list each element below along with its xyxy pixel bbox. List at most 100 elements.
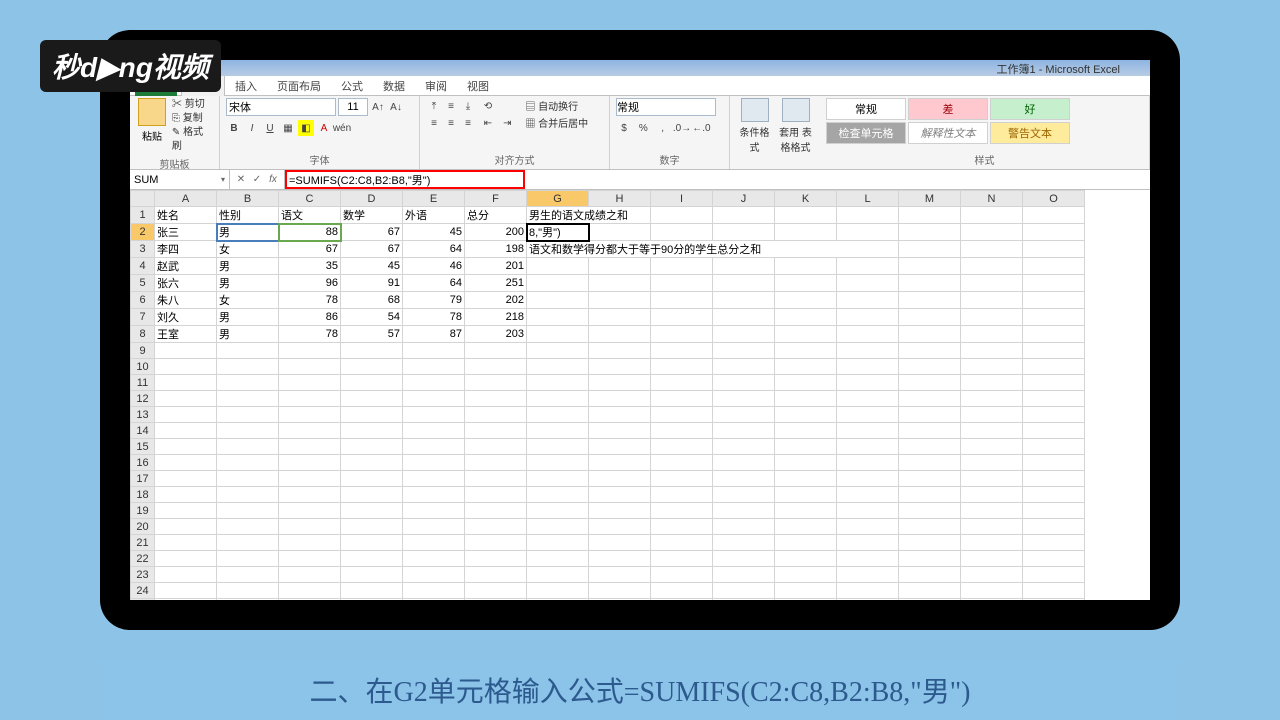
wrap-text-button[interactable]: ▤ 自动换行 (525, 98, 588, 113)
cell-b3[interactable]: 女 (217, 241, 279, 258)
cell-c7[interactable]: 86 (279, 309, 341, 326)
cell-b8[interactable]: 男 (217, 326, 279, 343)
tab-formula[interactable]: 公式 (331, 76, 373, 96)
cell-d1[interactable]: 数学 (341, 207, 403, 224)
name-box[interactable]: SUM (130, 170, 230, 189)
row-header-3[interactable]: 3 (131, 241, 155, 258)
col-header-H[interactable]: H (589, 191, 651, 207)
style-warn[interactable]: 警告文本 (990, 122, 1070, 144)
paste-button[interactable]: 粘贴 (136, 98, 168, 143)
align-bottom[interactable]: ⤓ (460, 98, 476, 114)
cell-c8[interactable]: 78 (279, 326, 341, 343)
row-header-13[interactable]: 13 (131, 407, 155, 423)
col-header-A[interactable]: A (155, 191, 217, 207)
cell-b7[interactable]: 男 (217, 309, 279, 326)
conditional-format-button[interactable]: 条件格式 (736, 98, 773, 154)
cell-b2[interactable]: 男 (217, 224, 279, 241)
row-header-21[interactable]: 21 (131, 535, 155, 551)
cell-e2[interactable]: 45 (403, 224, 465, 241)
style-normal[interactable]: 常规 (826, 98, 906, 120)
cell-f8[interactable]: 203 (465, 326, 527, 343)
row-header-10[interactable]: 10 (131, 359, 155, 375)
row-header-12[interactable]: 12 (131, 391, 155, 407)
painter-button[interactable]: ✎ 格式刷 (172, 126, 213, 154)
indent-inc[interactable]: ⇥ (499, 115, 515, 131)
cell-c1[interactable]: 语文 (279, 207, 341, 224)
col-header-B[interactable]: B (217, 191, 279, 207)
row-header-20[interactable]: 20 (131, 519, 155, 535)
cut-button[interactable]: ✂ 剪切 (172, 98, 213, 112)
col-header-G[interactable]: G (527, 191, 589, 207)
col-header-L[interactable]: L (837, 191, 899, 207)
col-header-O[interactable]: O (1023, 191, 1085, 207)
cell-b4[interactable]: 男 (217, 258, 279, 275)
cell-c2[interactable]: 88 (279, 224, 341, 241)
col-header-N[interactable]: N (961, 191, 1023, 207)
cell-f5[interactable]: 251 (465, 275, 527, 292)
style-good[interactable]: 好 (990, 98, 1070, 120)
dec-decimal[interactable]: ←.0 (693, 121, 709, 137)
align-left[interactable]: ≡ (426, 115, 442, 131)
font-size-select[interactable] (338, 98, 368, 116)
cell-f7[interactable]: 218 (465, 309, 527, 326)
cell-d8[interactable]: 57 (341, 326, 403, 343)
cell-e1[interactable]: 外语 (403, 207, 465, 224)
table-format-button[interactable]: 套用 表格格式 (777, 98, 814, 154)
percent-button[interactable]: % (635, 121, 651, 137)
row-header-11[interactable]: 11 (131, 375, 155, 391)
cell-b1[interactable]: 性别 (217, 207, 279, 224)
style-bad[interactable]: 差 (908, 98, 988, 120)
row-header-16[interactable]: 16 (131, 455, 155, 471)
col-header-F[interactable]: F (465, 191, 527, 207)
row-header-7[interactable]: 7 (131, 309, 155, 326)
italic-button[interactable]: I (244, 120, 260, 136)
row-header-8[interactable]: 8 (131, 326, 155, 343)
indent-dec[interactable]: ⇤ (480, 115, 496, 131)
cell-f3[interactable]: 198 (465, 241, 527, 258)
col-header-E[interactable]: E (403, 191, 465, 207)
cell-d7[interactable]: 54 (341, 309, 403, 326)
select-all-corner[interactable] (131, 191, 155, 207)
cell-g3[interactable]: 语文和数学得分都大于等于90分的学生总分之和 (527, 241, 899, 258)
cell-f4[interactable]: 201 (465, 258, 527, 275)
cell-a4[interactable]: 赵武 (155, 258, 217, 275)
align-middle[interactable]: ≡ (443, 98, 459, 114)
row-header-17[interactable]: 17 (131, 471, 155, 487)
number-format-select[interactable] (616, 98, 716, 116)
cell-b6[interactable]: 女 (217, 292, 279, 309)
underline-button[interactable]: U (262, 120, 278, 136)
align-center[interactable]: ≡ (443, 115, 459, 131)
tab-view[interactable]: 视图 (457, 76, 499, 96)
row-header-2[interactable]: 2 (131, 224, 155, 241)
phonetic-button[interactable]: wén (334, 120, 350, 136)
col-header-K[interactable]: K (775, 191, 837, 207)
cell-e3[interactable]: 64 (403, 241, 465, 258)
col-header-I[interactable]: I (651, 191, 713, 207)
row-header-14[interactable]: 14 (131, 423, 155, 439)
style-check[interactable]: 检查单元格 (826, 122, 906, 144)
cell-e6[interactable]: 79 (403, 292, 465, 309)
align-top[interactable]: ⤒ (426, 98, 442, 114)
fx-button[interactable]: fx (266, 174, 280, 185)
cell-a1[interactable]: 姓名 (155, 207, 217, 224)
row-header-23[interactable]: 23 (131, 567, 155, 583)
enter-formula-button[interactable]: ✓ (250, 174, 264, 185)
cell-f1[interactable]: 总分 (465, 207, 527, 224)
cell-d2[interactable]: 67 (341, 224, 403, 241)
orientation-button[interactable]: ⟲ (480, 99, 496, 115)
currency-button[interactable]: $ (616, 121, 632, 137)
row-header-18[interactable]: 18 (131, 487, 155, 503)
row-header-25[interactable]: 25 (131, 599, 155, 601)
cell-f2[interactable]: 200 (465, 224, 527, 241)
align-right[interactable]: ≡ (460, 115, 476, 131)
cell-e5[interactable]: 64 (403, 275, 465, 292)
shrink-font-button[interactable]: A↓ (388, 99, 404, 115)
cell-e4[interactable]: 46 (403, 258, 465, 275)
cell-d4[interactable]: 45 (341, 258, 403, 275)
cell-b5[interactable]: 男 (217, 275, 279, 292)
formula-input[interactable]: =SUMIFS(C2:C8,B2:B8,"男") (285, 170, 1150, 189)
cell-d5[interactable]: 91 (341, 275, 403, 292)
row-header-9[interactable]: 9 (131, 343, 155, 359)
font-color-button[interactable]: A (316, 120, 332, 136)
cell-a2[interactable]: 张三 (155, 224, 217, 241)
